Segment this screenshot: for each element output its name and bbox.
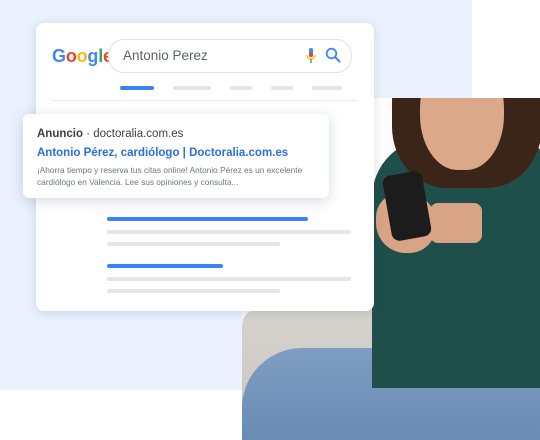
tabs-divider bbox=[52, 100, 358, 101]
magnifier-icon[interactable] bbox=[325, 47, 341, 63]
tab-2[interactable] bbox=[173, 86, 211, 90]
ad-url-line: Anuncio · doctoralia.com.es bbox=[37, 128, 183, 140]
sponsored-result[interactable]: Anuncio · doctoralia.com.es Antonio Pére… bbox=[23, 114, 329, 198]
tab-5[interactable] bbox=[312, 86, 342, 90]
result-line-placeholder bbox=[107, 242, 280, 246]
google-logo: Google bbox=[52, 46, 113, 67]
ad-label: Anuncio bbox=[37, 128, 83, 140]
result-line-placeholder bbox=[107, 230, 351, 234]
logo-letter-g: G bbox=[52, 46, 66, 66]
tab-all[interactable] bbox=[120, 86, 154, 90]
result-title-placeholder bbox=[107, 264, 223, 268]
ad-title-link[interactable]: Antonio Pérez, cardiólogo | Doctoralia.c… bbox=[37, 147, 288, 159]
logo-letter-o1: o bbox=[65, 46, 77, 66]
search-input[interactable]: Antonio Perez bbox=[108, 39, 352, 73]
ad-description: ¡Ahorra tiempo y reserva tus citas onlin… bbox=[37, 165, 303, 187]
result-line-placeholder bbox=[107, 289, 280, 293]
logo-letter-g2: g bbox=[87, 46, 99, 66]
result-title-placeholder bbox=[107, 217, 308, 221]
ad-domain: doctoralia.com.es bbox=[93, 128, 184, 140]
mic-icon[interactable] bbox=[305, 48, 317, 64]
ad-separator: · bbox=[83, 128, 94, 140]
result-line-placeholder bbox=[107, 277, 351, 281]
search-query-text: Antonio Perez bbox=[123, 48, 208, 63]
tab-4[interactable] bbox=[271, 86, 293, 90]
logo-letter-o2: o bbox=[76, 46, 88, 66]
tab-3[interactable] bbox=[230, 86, 252, 90]
